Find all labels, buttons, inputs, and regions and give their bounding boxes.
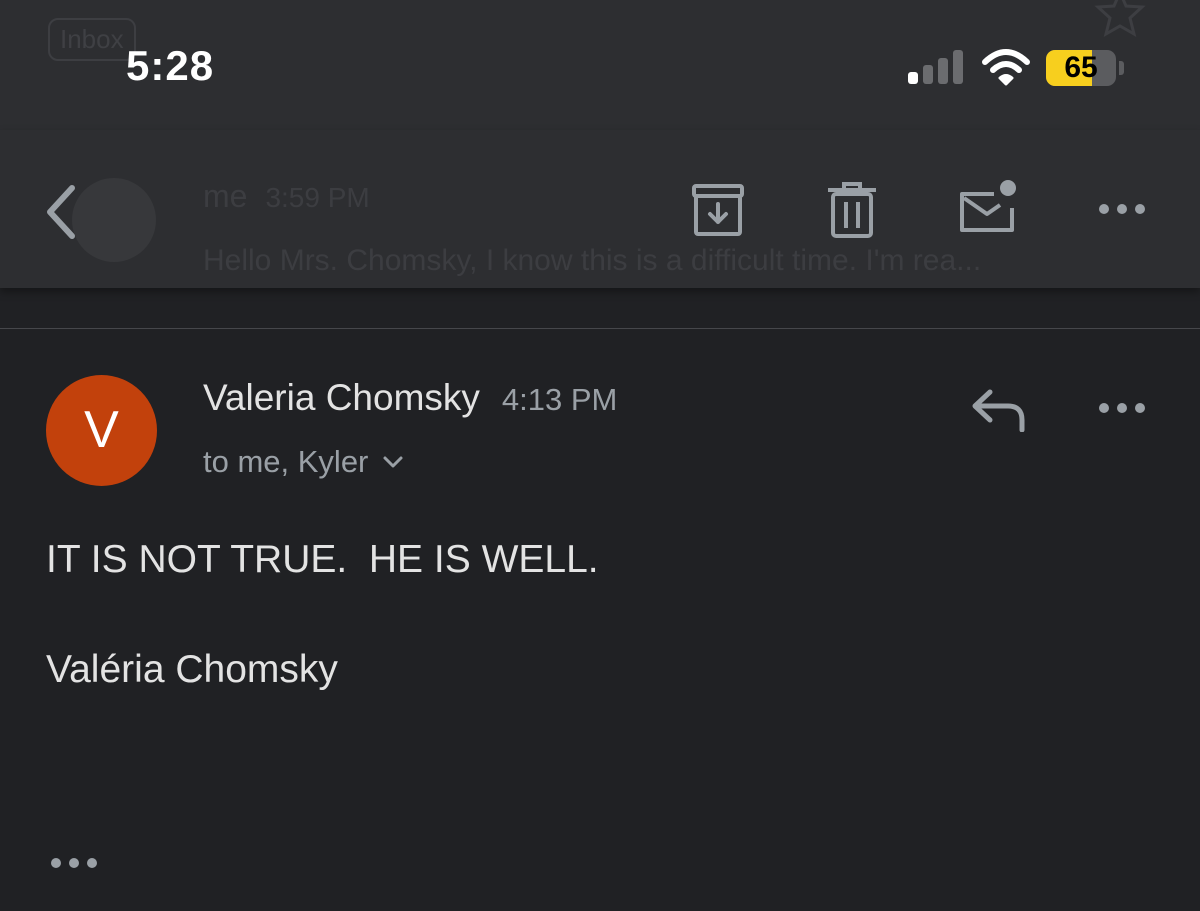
previous-message-header: me 3:59 PM <box>203 178 370 215</box>
sender-row: Valeria Chomsky 4:13 PM <box>203 377 617 419</box>
recipients-toggle[interactable]: to me, Kyler <box>203 444 404 480</box>
trash-icon[interactable] <box>826 182 878 238</box>
status-time: 5:28 <box>126 42 215 89</box>
message-toolbar: me 3:59 PM Hello Mrs. Chomsky, I know thi… <box>0 130 1200 288</box>
sender-avatar[interactable]: V <box>46 375 157 486</box>
more-icon[interactable] <box>1094 192 1150 226</box>
status-bar: Inbox 5:28 65 <box>0 0 1200 130</box>
previous-message-sender: me <box>203 178 248 214</box>
previous-message-time: 3:59 PM <box>265 182 370 213</box>
archive-icon[interactable] <box>690 182 746 238</box>
show-trimmed-content-icon[interactable] <box>46 846 102 880</box>
previous-message-snippet: Hello Mrs. Chomsky, I know this is a dif… <box>203 244 982 277</box>
inbox-label-background: Inbox <box>48 18 136 61</box>
battery-terminal <box>1119 61 1124 75</box>
cellular-signal-icon <box>908 50 963 84</box>
previous-message-avatar <box>72 178 156 262</box>
mark-unread-icon[interactable] <box>956 180 1018 236</box>
reply-icon[interactable] <box>970 386 1028 432</box>
sender-name[interactable]: Valeria Chomsky <box>203 377 480 418</box>
message-body-line: IT IS NOT TRUE. HE IS WELL. <box>46 538 599 581</box>
wifi-icon <box>982 49 1030 86</box>
star-icon <box>1094 0 1146 38</box>
message-more-icon[interactable] <box>1094 392 1150 424</box>
battery-indicator: 65 <box>1046 50 1116 86</box>
divider <box>0 328 1200 329</box>
message-time: 4:13 PM <box>501 382 618 417</box>
back-chevron-icon[interactable] <box>40 182 84 242</box>
recipients-text: to me, Kyler <box>203 444 369 479</box>
message-signature: Valéria Chomsky <box>46 648 338 691</box>
chevron-down-icon <box>383 456 403 468</box>
battery-percent: 65 <box>1064 51 1098 84</box>
